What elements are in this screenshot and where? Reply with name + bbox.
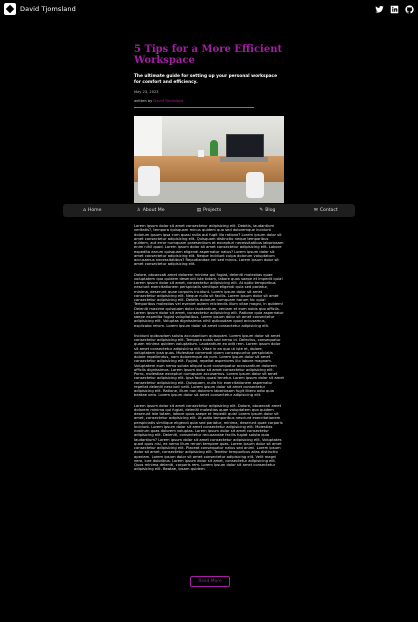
nav-label: Projects xyxy=(203,208,222,213)
bottom-nav: ⌂ Home ♙ About Me ▤ Projects ✎ Blog ✉ Contact xyxy=(63,204,355,217)
site-header: David Tjomsland xyxy=(0,0,418,20)
mail-icon: ✉ xyxy=(313,208,318,213)
body-paragraph: Lorem ipsum dolor sit amet consectetur a… xyxy=(134,403,283,472)
article-subtitle: The ultimate guide for setting up your p… xyxy=(134,74,278,85)
article-header: 5 Tips for a More Efficient Workspace Th… xyxy=(134,44,284,108)
body-paragraph: Dolore, obcaecati amet dolorem minima qu… xyxy=(134,272,284,328)
linkedin-icon[interactable] xyxy=(389,4,399,14)
body-paragraph: Lorem ipsum dolor sit amet consectetur a… xyxy=(134,224,284,267)
byline-prefix: written by xyxy=(134,99,154,103)
home-icon: ⌂ xyxy=(82,208,86,213)
divider xyxy=(134,107,254,108)
hero-image xyxy=(134,116,284,203)
nav-label: Home xyxy=(87,208,102,213)
social-links xyxy=(374,4,414,14)
nav-item-contact[interactable]: ✉ Contact xyxy=(297,204,355,217)
nav-item-home[interactable]: ⌂ Home xyxy=(63,204,121,217)
nav-label: About Me xyxy=(142,208,165,213)
twitter-icon[interactable] xyxy=(374,4,384,14)
article-body: Lorem ipsum dolor sit amet consectetur a… xyxy=(134,224,284,478)
nav-item-blog[interactable]: ✎ Blog xyxy=(238,204,296,217)
user-icon: ♙ xyxy=(136,208,141,213)
pen-icon: ✎ xyxy=(259,208,264,213)
nav-item-about[interactable]: ♙ About Me xyxy=(121,204,179,217)
github-icon[interactable] xyxy=(404,4,414,14)
logo-icon xyxy=(4,3,16,15)
article-title: 5 Tips for a More Efficient Workspace xyxy=(134,44,283,66)
nav-label: Contact xyxy=(319,208,338,213)
article-date: May 23, 2023 xyxy=(134,90,159,94)
read-more-button[interactable]: Read More xyxy=(190,576,230,587)
brand-name: David Tjomsland xyxy=(20,5,76,13)
article-byline: written by David Tjomsland xyxy=(134,99,284,103)
nav-item-projects[interactable]: ▤ Projects xyxy=(180,204,238,217)
body-paragraph: Incidunt quibusdam soluta accusantium qu… xyxy=(134,333,284,398)
folder-icon: ▤ xyxy=(196,208,202,213)
nav-label: Blog xyxy=(265,208,276,213)
brand[interactable]: David Tjomsland xyxy=(4,3,76,15)
author-link[interactable]: David Tjomsland xyxy=(153,99,183,103)
